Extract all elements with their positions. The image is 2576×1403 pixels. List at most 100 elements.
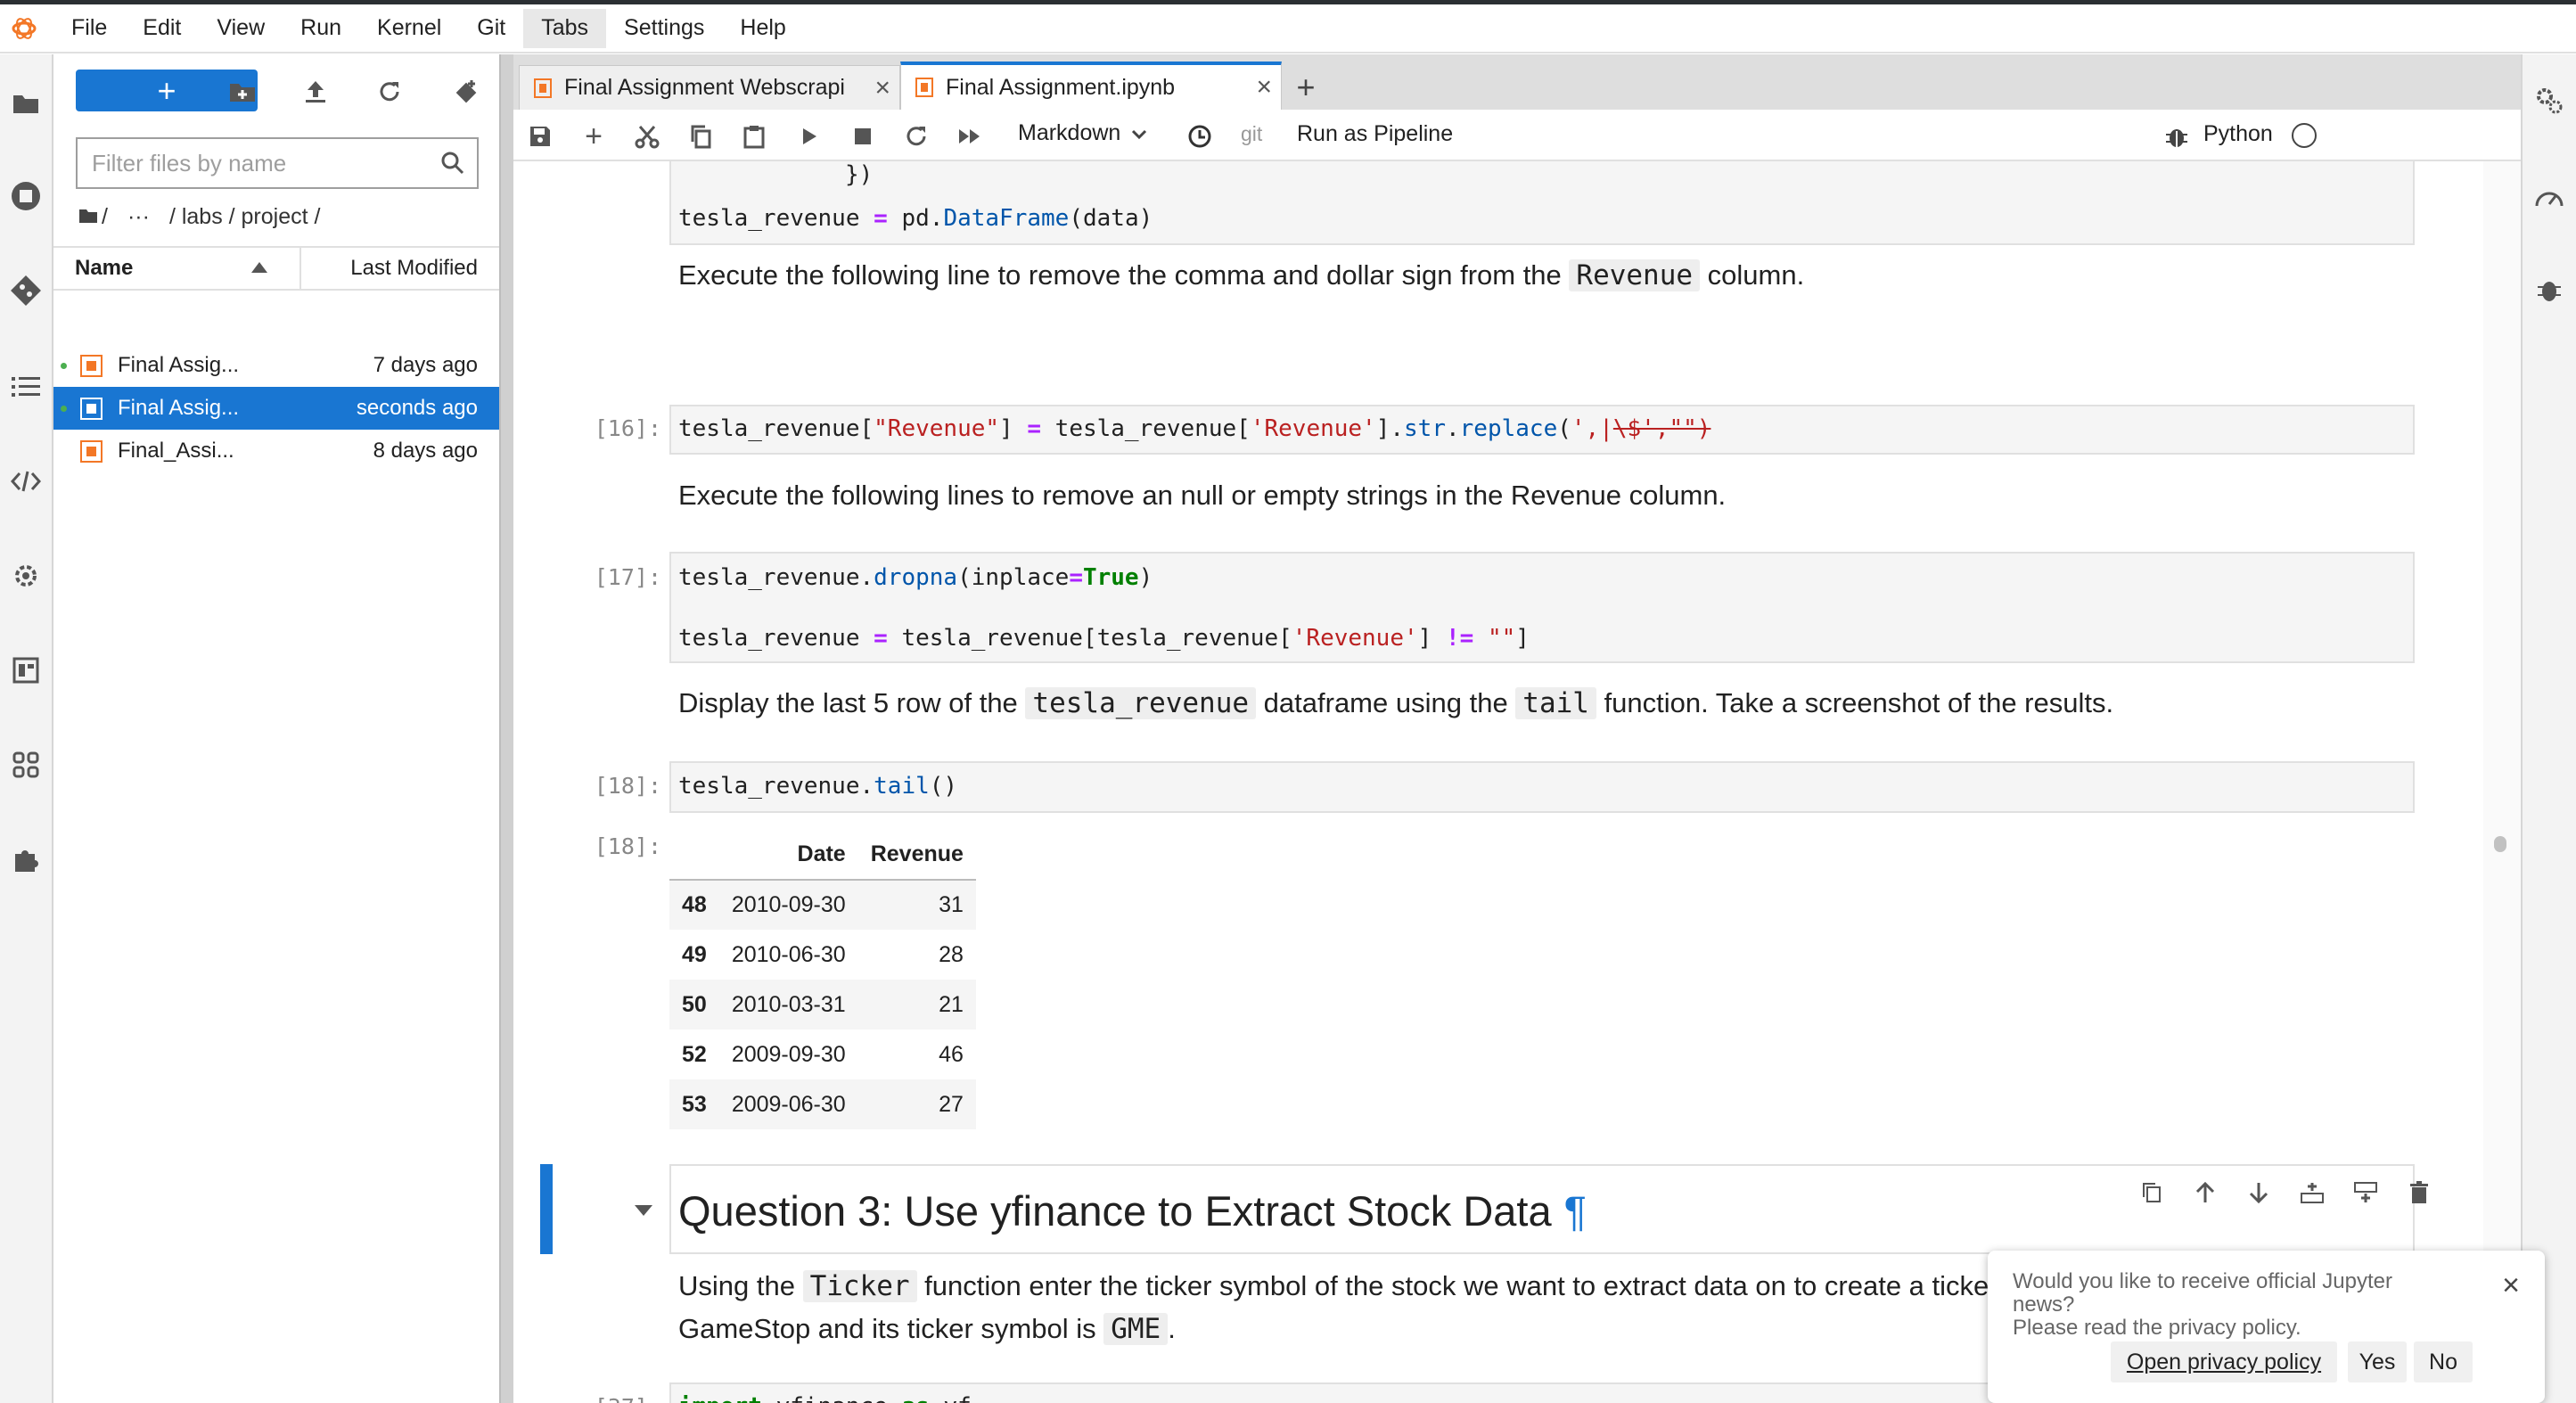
cell-revenue: 28 (939, 941, 964, 967)
running-sessions-icon[interactable] (0, 170, 52, 222)
file-filter-placeholder: Filter files by name (92, 149, 287, 176)
run-cell-icon[interactable] (790, 117, 829, 156)
menu-kernel[interactable]: Kernel (359, 9, 459, 48)
menu-git[interactable]: Git (459, 9, 523, 48)
notebook-panel: }) tesla_revenue = pd.DataFrame(data) Ex… (513, 161, 2521, 1403)
folder-icon[interactable] (0, 77, 52, 128)
menu-help[interactable]: Help (722, 9, 803, 48)
breadcrumb-root[interactable]: / (102, 204, 108, 230)
cut-icon[interactable] (628, 117, 667, 156)
file-modified: seconds ago (356, 396, 478, 420)
clock-history-icon[interactable] (1180, 117, 1219, 156)
menu-run[interactable]: Run (283, 9, 359, 48)
menu-tabs[interactable]: Tabs (523, 8, 607, 48)
right-activity-bar (2521, 54, 2576, 1403)
code-line: tesla_revenue = tesla_revenue[tesla_reve… (678, 625, 1530, 652)
notebook-icon (534, 78, 552, 98)
tab-final-assignment[interactable]: Final Assignment.ipynb × (900, 62, 1282, 110)
move-up-icon[interactable] (2187, 1175, 2223, 1210)
save-icon[interactable] (521, 117, 560, 156)
scrollbar-thumb[interactable] (2494, 836, 2506, 852)
file-name: Final Assig... (118, 353, 240, 377)
file-modified: 8 days ago (373, 439, 478, 463)
tab-webscraping-notebook[interactable]: Final Assignment Webscrapi × (519, 65, 900, 110)
stop-kernel-icon[interactable] (843, 117, 882, 156)
kernel-name[interactable]: Python (2203, 121, 2273, 147)
cell-revenue: 27 (939, 1091, 964, 1117)
code-snippets-icon[interactable] (0, 455, 52, 507)
yes-button[interactable]: Yes (2348, 1341, 2407, 1382)
property-inspector-icon[interactable] (0, 644, 52, 696)
menu-file[interactable]: File (53, 9, 125, 48)
cell-date: 2009-09-30 (731, 1041, 846, 1067)
code-cell[interactable]: }) tesla_revenue = pd.DataFrame(data) (669, 161, 2415, 245)
move-down-icon[interactable] (2241, 1175, 2277, 1210)
extensions-grid-icon[interactable] (0, 739, 52, 791)
debugger-bug-icon[interactable] (2157, 117, 2196, 156)
no-button[interactable]: No (2414, 1341, 2473, 1382)
new-tab-button[interactable]: + (1284, 65, 1328, 110)
insert-below-icon[interactable] (2348, 1175, 2383, 1210)
cell-type-dropdown[interactable]: Markdown (1018, 120, 1147, 146)
restart-run-all-icon[interactable] (950, 117, 989, 156)
column-modified-header[interactable]: Last Modified (350, 256, 478, 281)
notification-line: Would you like to receive official Jupyt… (2013, 1269, 2392, 1293)
resource-usage-gauge-icon[interactable] (2523, 170, 2576, 224)
code-cell-18[interactable]: tesla_revenue.tail() (669, 761, 2415, 813)
breadcrumb-path[interactable]: / labs / project / (169, 204, 321, 230)
insert-above-icon[interactable] (2294, 1175, 2330, 1210)
upload-icon[interactable] (296, 72, 335, 111)
close-tab-icon[interactable]: × (1256, 72, 1272, 103)
settings-gears-icon[interactable] (2523, 74, 2576, 127)
refresh-icon[interactable] (370, 72, 409, 111)
debugger-icon[interactable] (2523, 263, 2576, 316)
code-cell-17[interactable]: tesla_revenue.dropna(inplace=True) tesla… (669, 552, 2415, 663)
run-as-pipeline-button[interactable]: Run as Pipeline (1297, 121, 1453, 147)
column-name-header[interactable]: Name (75, 256, 133, 281)
notebook-scrollbar[interactable] (2483, 161, 2521, 1403)
cell-prompt: [16]: (594, 415, 661, 441)
dataframe-output-table: Date Revenue 48 2010-09-30 31 49 2010-06-30… (669, 830, 976, 1129)
markdown-text: Execute the following lines to remove an… (678, 480, 1727, 511)
home-folder-icon[interactable] (78, 204, 98, 230)
puzzle-extension-icon[interactable] (0, 833, 52, 885)
menu-settings[interactable]: Settings (606, 9, 722, 48)
anchor-link-icon[interactable]: ¶ (1564, 1187, 1587, 1235)
file-row-selected[interactable]: Final Assig... seconds ago (53, 387, 499, 430)
runtime-images-icon[interactable] (0, 550, 52, 602)
table-of-contents-icon[interactable] (0, 361, 52, 413)
tab-label: Final Assignment Webscrapi (564, 75, 845, 100)
cell-prompt: [18]: (594, 773, 661, 799)
delete-cell-icon[interactable] (2401, 1175, 2437, 1210)
panel-splitter[interactable] (499, 54, 513, 1403)
file-modified: 7 days ago (373, 353, 478, 377)
breadcrumb-ellipsis[interactable]: ··· (127, 204, 150, 230)
table-row: 53 2009-06-30 27 (669, 1079, 976, 1129)
markdown-text: Execute the following line to remove the… (678, 259, 1805, 291)
paste-icon[interactable] (734, 117, 774, 156)
git-clone-icon[interactable] (446, 72, 485, 111)
file-filter-input[interactable]: Filter files by name (76, 137, 479, 189)
copy-icon[interactable] (681, 117, 720, 156)
running-indicator (61, 362, 67, 369)
cell-date: 2010-03-31 (731, 991, 846, 1017)
sort-ascending-icon[interactable] (251, 262, 267, 273)
close-tab-icon[interactable]: × (874, 73, 890, 103)
menu-edit[interactable]: Edit (125, 9, 199, 48)
code-cell-16[interactable]: tesla_revenue["Revenue"] = tesla_revenue… (669, 405, 2415, 455)
index-header (669, 830, 719, 880)
open-privacy-policy-button[interactable]: Open privacy policy (2111, 1341, 2337, 1382)
close-notification-icon[interactable]: × (2502, 1268, 2520, 1303)
git-icon[interactable] (0, 265, 52, 316)
notification-line: news? (2013, 1292, 2075, 1317)
git-label[interactable]: git (1241, 122, 1262, 146)
insert-cell-icon[interactable]: + (574, 117, 613, 156)
duplicate-cell-icon[interactable] (2134, 1175, 2170, 1210)
new-folder-icon[interactable] (223, 72, 262, 111)
chevron-down-icon (1131, 120, 1147, 146)
file-row[interactable]: Final Assig... 7 days ago (53, 344, 499, 387)
collapse-heading-icon[interactable] (634, 1204, 653, 1221)
menu-view[interactable]: View (199, 9, 283, 48)
file-row[interactable]: Final_Assi... 8 days ago (53, 430, 499, 472)
restart-kernel-icon[interactable] (897, 117, 936, 156)
